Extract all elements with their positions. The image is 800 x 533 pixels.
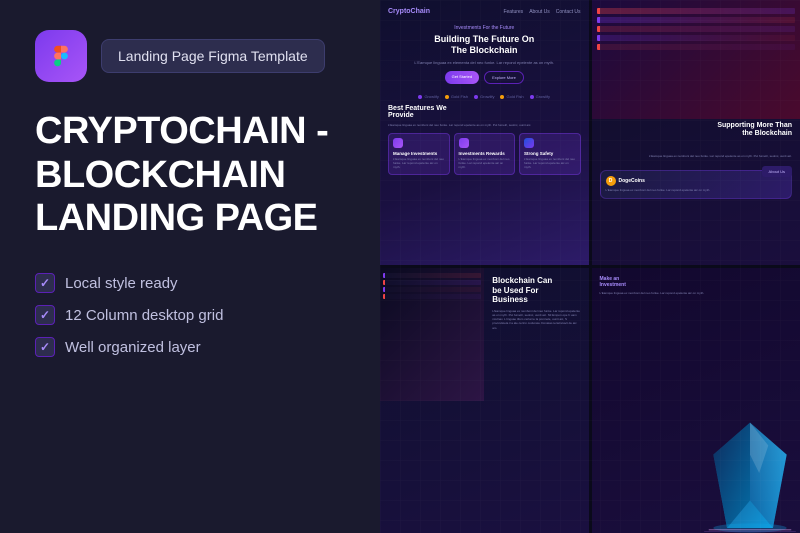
card-header: D DogeCoins (606, 176, 762, 186)
list-item: Well organized layer (35, 337, 345, 357)
server-image-area (592, 0, 800, 119)
logo-dot (500, 95, 504, 99)
server-bar (597, 8, 796, 14)
br-label: Make an Investment (600, 276, 793, 288)
hero-tag: Investments For the Future (388, 25, 581, 31)
features-list: Local style ready 12 Column desktop grid… (35, 273, 345, 357)
feature-cards: Manage Investments L'Eamque linguaa ex n… (388, 133, 581, 175)
logo-dot (445, 95, 449, 99)
explore-button[interactable]: Explore More (484, 71, 524, 84)
check-icon (35, 305, 55, 325)
card-title: Manage Investments (393, 151, 445, 156)
logo-dot (474, 95, 478, 99)
br-content: Make an Investment L'Eamque linguaa ex n… (600, 276, 793, 295)
card-text: L'Eamque linguaa ex nemboni del neo funk… (393, 158, 445, 170)
features-section: Best Features We Provide L'Eamque lingua… (388, 105, 581, 175)
logo-item: Gold Fish (500, 94, 523, 99)
figma-icon (35, 30, 87, 82)
server-row (383, 294, 481, 299)
server-bar (597, 17, 796, 23)
list-item: Local style ready (35, 273, 345, 293)
server-bar (597, 35, 796, 41)
tr-title: Supporting More Than the Blockchain (600, 122, 793, 139)
nav-link: About Us (529, 9, 550, 15)
preview-top-left: CryptoChain Features About Us Contact Us… (380, 0, 589, 265)
right-panel: CryptoChain Features About Us Contact Us… (380, 0, 800, 533)
server-bar (597, 44, 796, 50)
feature-label: 12 Column desktop grid (65, 307, 223, 324)
left-panel: Landing Page Figma Template CryptoChain … (0, 0, 380, 533)
server-row (383, 280, 481, 285)
logo-item: Gold Fish (445, 94, 468, 99)
preview-container: CryptoChain Features About Us Contact Us… (380, 0, 800, 533)
card-icon (393, 138, 403, 148)
crystal-3d (695, 418, 800, 533)
tr-text: L'Eamque linguaa ex nemboni del neo funk… (600, 144, 793, 162)
server-row (383, 287, 481, 292)
check-icon (35, 273, 55, 293)
preview-bottom-right: Make an Investment L'Eamque linguaa ex n… (592, 268, 800, 533)
card-title: DogeCoins (619, 178, 645, 184)
preview-bottom-left: Blockchain Can be Used For Business L'Ea… (380, 268, 589, 533)
feature-label: Well organized layer (65, 339, 201, 356)
bl-text: L'Eamque linguaa ex nemboni del neo funk… (492, 309, 580, 330)
logo-item: Growlify (418, 94, 438, 99)
header-row: Landing Page Figma Template (35, 30, 345, 82)
server-bar (597, 26, 796, 32)
main-title: CryptoChain - Blockchain Landing Page (35, 110, 345, 241)
logo-item: Growlify (474, 94, 494, 99)
logo-dot (530, 95, 534, 99)
partner-logos: Growlify Gold Fish Growlify Gold Fish Gr… (388, 94, 581, 99)
features-title: Best Features We Provide (388, 105, 581, 119)
nav-link: Contact Us (556, 9, 581, 15)
preview-hero: Investments For the Future Building The … (388, 21, 581, 88)
blockchain-server-image (380, 268, 484, 401)
preview-brand: CryptoChain (388, 8, 430, 15)
server-rows (380, 268, 484, 304)
get-started-button[interactable]: Get Started (445, 71, 479, 84)
bl-title: Blockchain Can be Used For Business (492, 276, 580, 305)
preview-nav-links: Features About Us Contact Us (503, 9, 580, 15)
preview-tr-content: Supporting More Than the Blockchain L'Ea… (592, 114, 800, 265)
card-text: L'Eamque linguaa ex nemboni del neo funk… (459, 158, 511, 170)
hero-buttons: Get Started Explore More (388, 71, 581, 84)
bl-text-content: Blockchain Can be Used For Business L'Ea… (484, 268, 588, 533)
preview-top-right: Supporting More Than the Blockchain L'Ea… (592, 0, 800, 265)
list-item: 12 Column desktop grid (35, 305, 345, 325)
feature-card: Manage Investments L'Eamque linguaa ex n… (388, 133, 450, 175)
preview-nav: CryptoChain Features About Us Contact Us (388, 8, 581, 15)
features-description: L'Eamque linguaa ex nemboni del neo funk… (388, 124, 581, 128)
card-icon (459, 138, 469, 148)
server-row (383, 273, 481, 278)
nav-link: Features (503, 9, 523, 15)
hero-sub: L'Eamque linguaa ex elementa del neo fun… (388, 60, 581, 66)
card-text: L'Eamque linguaa ex nemboni del neo funk… (524, 158, 576, 170)
about-us-button[interactable]: About Us (762, 166, 792, 177)
hero-title: Building The Future On The Blockchain (388, 34, 581, 56)
feature-card: Investments Rewards L'Eamque linguaa ex … (454, 133, 516, 175)
dogecoin-icon: D (606, 176, 616, 186)
server-bars-container (592, 0, 800, 58)
br-text: L'Eamque linguaa ex nemboni del neo funk… (600, 291, 793, 295)
logo-dot (418, 95, 422, 99)
card-icon (524, 138, 534, 148)
card-text: L'Eamque linguaa ex nemboni del neo funk… (606, 189, 787, 193)
card-title: Investments Rewards (459, 151, 511, 156)
feature-label: Local style ready (65, 275, 178, 292)
template-badge: Landing Page Figma Template (101, 39, 325, 73)
logo-item: Growlify (530, 94, 550, 99)
feature-card: Strong Safety L'Eamque linguaa ex nembon… (519, 133, 581, 175)
card-title: Strong Safety (524, 151, 576, 156)
check-icon (35, 337, 55, 357)
